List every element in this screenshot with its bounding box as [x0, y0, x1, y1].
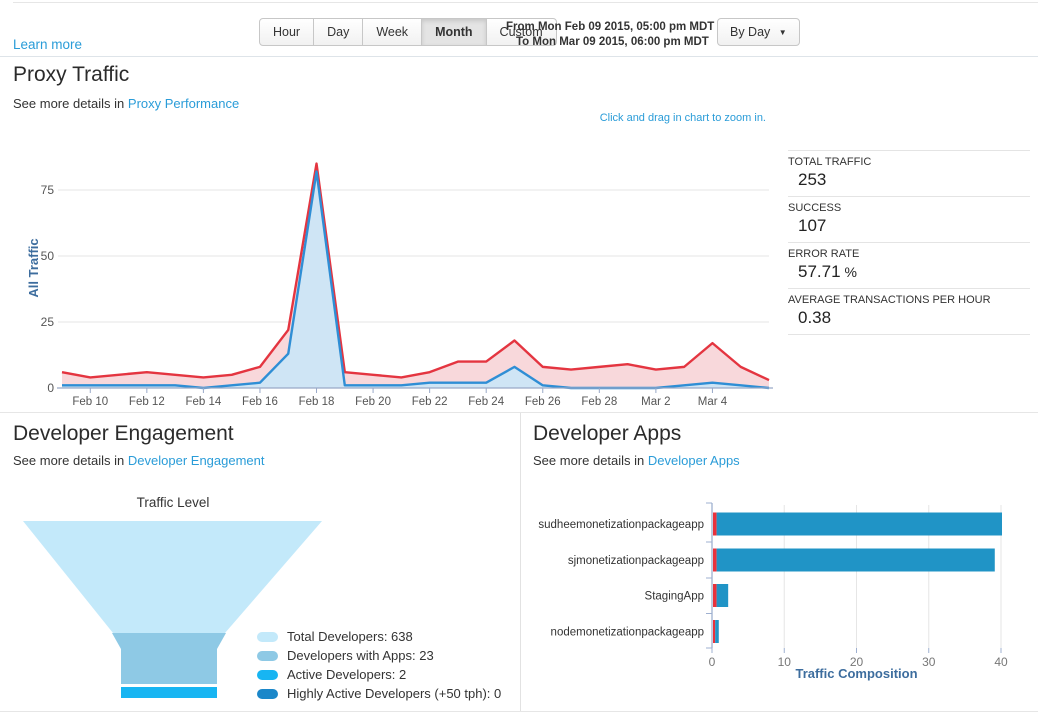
bar-blue-StagingApp[interactable]: [716, 584, 729, 607]
bar-red-nodemonetizationpackageapp[interactable]: [713, 620, 716, 643]
funnel-segment-total-developers[interactable]: [23, 521, 322, 633]
top-hairline: [13, 2, 1038, 3]
bar-label: sjmonetizationpackageapp: [568, 555, 704, 567]
stat-average-transactions-per-hour: AVERAGE TRANSACTIONS PER HOUR 0.38: [788, 289, 1030, 335]
bar-label: StagingApp: [645, 591, 704, 603]
range-button-month[interactable]: Month: [421, 18, 487, 46]
stat-success: SUCCESS 107: [788, 197, 1030, 243]
bar-label: sudheemonetizationpackageapp: [538, 519, 704, 531]
stat-label: ERROR RATE: [788, 248, 860, 260]
area-red-series: [62, 163, 769, 388]
x-axis-title: Traffic Composition: [795, 666, 917, 681]
stat-value: 57.71%: [798, 262, 857, 281]
bottom-divider: [0, 711, 1038, 712]
analytics-dashboard: Learn more Hour Day Week Month Custom From M…: [0, 0, 1038, 717]
legend-swatch-icon: [257, 688, 278, 699]
legend-swatch-icon: [257, 631, 278, 642]
x-tick-label: Feb 14: [185, 396, 221, 408]
bar-label: nodemonetizationpackageapp: [551, 627, 704, 639]
learn-more-link[interactable]: Learn more: [13, 37, 82, 52]
funnel-segment-developers-with-apps[interactable]: [112, 633, 226, 684]
x-tick-label: Feb 20: [355, 396, 391, 408]
proxy-traffic-chart[interactable]: 0 25 50 75 Feb 10 Feb 12 Feb 14 Feb 16 Feb 18 Feb…: [0, 140, 790, 415]
stat-value: 253: [798, 170, 827, 189]
y-tick-label: 25: [41, 315, 55, 329]
funnel-segment-active-developers[interactable]: [121, 687, 217, 698]
y-tick-label: 75: [41, 183, 55, 197]
bar-blue-nodemonetizationpackageapp[interactable]: [715, 620, 719, 643]
legend-item: Active Developers: 2: [257, 665, 501, 684]
vertical-divider: [520, 413, 521, 711]
stat-total-traffic: TOTAL TRAFFIC 253: [788, 151, 1030, 197]
legend-item: Total Developers: 638: [257, 627, 501, 646]
legend-swatch-icon: [257, 650, 278, 661]
x-tick-label: Mar 4: [698, 396, 728, 408]
proxy-traffic-title: Proxy Traffic: [13, 63, 130, 86]
developer-engagement-subtitle: See more details in Developer Engagement: [13, 453, 265, 468]
developer-engagement-title: Developer Engagement: [13, 422, 234, 445]
area-blue-series: [62, 171, 769, 388]
chevron-down-icon: ▼: [778, 28, 787, 37]
stat-value: 0.38: [798, 308, 832, 327]
range-button-day[interactable]: Day: [313, 18, 364, 46]
x-tick-label: Feb 28: [581, 396, 617, 408]
x-tick-label: 10: [778, 655, 792, 669]
bar-red-sjmonetizationpackageapp[interactable]: [713, 548, 717, 572]
x-tick-label: Feb 12: [129, 396, 165, 408]
zoom-hint: Click and drag in chart to zoom in.: [599, 112, 766, 124]
bar-blue-sjmonetizationpackageapp[interactable]: [716, 548, 995, 572]
legend-label: Highly Active Developers (+50 tph): 0: [287, 686, 502, 701]
stat-label: AVERAGE TRANSACTIONS PER HOUR: [788, 294, 991, 306]
funnel-legend: Total Developers: 638 Developers with App…: [257, 627, 501, 703]
developer-engagement-link[interactable]: Developer Engagement: [128, 453, 265, 468]
x-tick-label: Feb 18: [299, 396, 335, 408]
traffic-stats-panel: TOTAL TRAFFIC 253 SUCCESS 107 ERROR RATE 57.7…: [788, 150, 1030, 335]
middle-divider: [0, 412, 1038, 413]
topbar-divider: [0, 56, 1038, 57]
stat-label: SUCCESS: [788, 202, 842, 214]
legend-swatch-icon: [257, 669, 278, 680]
y-tick-label: 0: [47, 381, 54, 395]
group-by-label: By Day: [730, 25, 771, 39]
range-button-week[interactable]: Week: [362, 18, 423, 46]
proxy-performance-link[interactable]: Proxy Performance: [128, 96, 239, 111]
stat-suffix: %: [844, 264, 857, 280]
legend-label: Total Developers: 638: [287, 629, 413, 644]
x-tick-label: Feb 24: [468, 396, 504, 408]
legend-label: Active Developers: 2: [287, 667, 407, 682]
x-tick-label: Feb 26: [525, 396, 561, 408]
y-axis-title: All Traffic: [26, 238, 41, 297]
legend-item: Developers with Apps: 23: [257, 646, 501, 665]
bar-red-StagingApp[interactable]: [713, 584, 717, 607]
x-tick-label: Feb 22: [412, 396, 448, 408]
funnel-title: Traffic Level: [136, 495, 210, 510]
legend-label: Developers with Apps: 23: [287, 648, 434, 663]
developer-apps-title: Developer Apps: [533, 422, 682, 445]
date-to: To Mon Mar 09 2015, 06:00 pm MDT: [516, 36, 709, 48]
y-tick-label: 50: [41, 249, 55, 263]
bar-blue-sudheemonetizationpackageapp[interactable]: [716, 512, 1002, 536]
line-red-series[interactable]: [61, 162, 770, 382]
group-by-dropdown[interactable]: By Day ▼: [717, 18, 800, 46]
line-blue-series[interactable]: [62, 170, 770, 390]
date-from: From Mon Feb 09 2015, 05:00 pm MDT: [506, 21, 715, 33]
x-tick-label: Feb 16: [242, 396, 278, 408]
x-tick-label: 30: [922, 655, 936, 669]
stat-value: 107: [798, 216, 827, 235]
bar-red-sudheemonetizationpackageapp[interactable]: [713, 512, 717, 536]
legend-item: Highly Active Developers (+50 tph): 0: [257, 684, 501, 703]
developer-apps-chart[interactable]: 0 10 20 30 40sudheemonetizationpackageappsjm…: [530, 498, 1038, 693]
date-range: From Mon Feb 09 2015, 05:00 pm MDT To Mo…: [506, 20, 714, 50]
range-button-hour[interactable]: Hour: [259, 18, 315, 46]
developer-apps-subtitle: See more details in Developer Apps: [533, 453, 740, 468]
x-tick-label: 0: [709, 655, 716, 669]
proxy-traffic-subtitle: See more details in Proxy Performance: [13, 96, 240, 111]
x-tick-label: Mar 2: [641, 396, 670, 408]
x-tick-label: Feb 10: [72, 396, 108, 408]
stat-error-rate: ERROR RATE 57.71%: [788, 243, 1030, 289]
x-tick-label: 40: [994, 655, 1008, 669]
stat-label: TOTAL TRAFFIC: [788, 156, 872, 168]
developer-apps-link[interactable]: Developer Apps: [648, 453, 740, 468]
